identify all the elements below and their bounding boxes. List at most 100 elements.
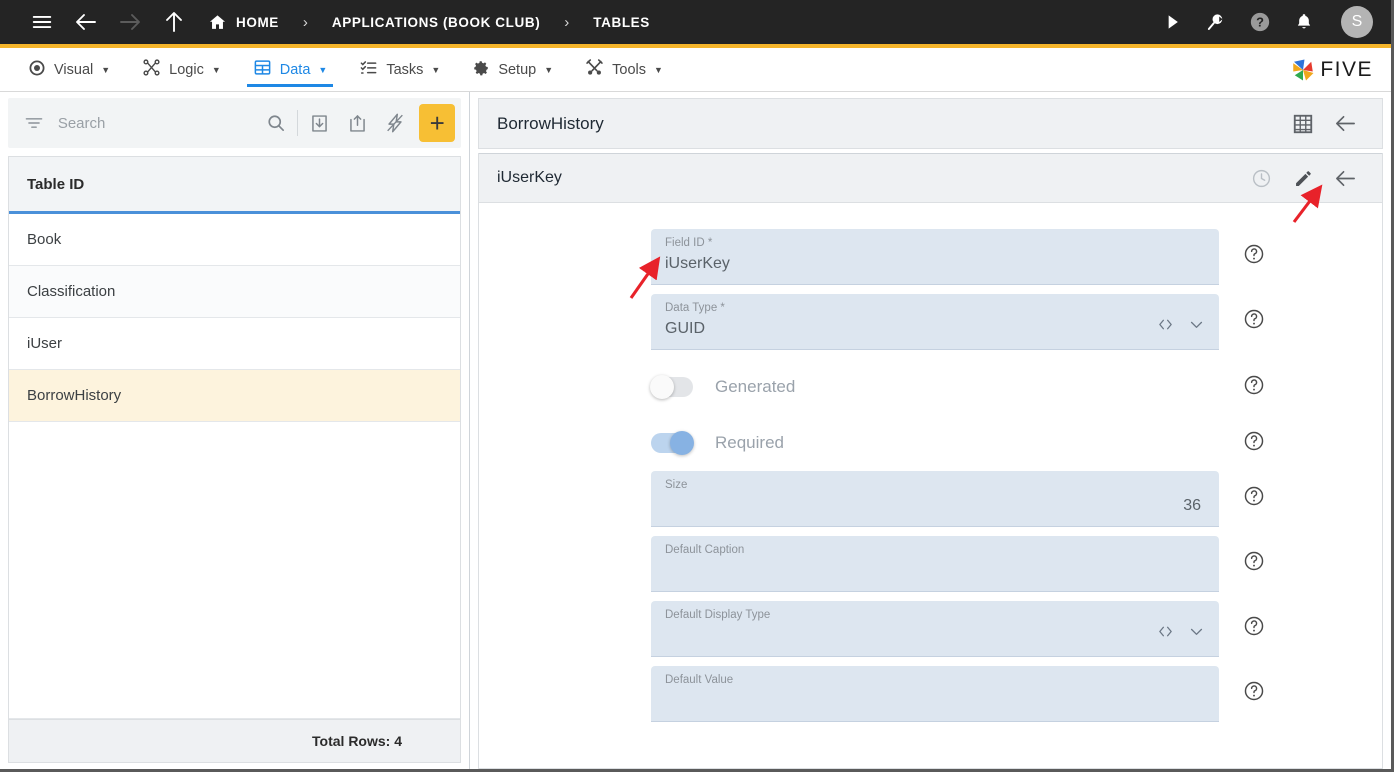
breadcrumb-separator-2: › [564, 13, 570, 31]
import-icon[interactable] [301, 106, 338, 140]
grid-table-icon[interactable] [1282, 104, 1324, 144]
avatar[interactable]: S [1341, 6, 1373, 38]
help-icon[interactable] [1243, 374, 1265, 401]
bell-icon[interactable] [1287, 2, 1321, 42]
default-caption-input[interactable]: Default Caption [651, 536, 1219, 592]
breadcrumb-item-applications[interactable]: APPLICATIONS (BOOK CLUB) [328, 15, 544, 30]
form-row-required: Required [479, 415, 1382, 471]
data-type-value: GUID [665, 320, 705, 337]
help-icon[interactable] [1243, 430, 1265, 457]
edit-pencil-icon[interactable] [1282, 158, 1324, 198]
search-input[interactable] [49, 114, 257, 132]
form-row-generated: Generated [479, 359, 1382, 415]
chevron-down-icon: ▼ [101, 64, 111, 75]
form-row-field-id: Field ID * iUserKey [479, 229, 1382, 285]
help-icon[interactable] [1243, 680, 1265, 707]
help-icon[interactable] [1243, 550, 1265, 577]
page-title: BorrowHistory [497, 113, 604, 133]
active-tab-underline [246, 84, 334, 87]
add-table-button[interactable]: + [419, 104, 455, 142]
default-display-type-select[interactable]: Default Display Type [651, 601, 1219, 657]
generated-label: Generated [715, 377, 796, 396]
toolbar-divider [297, 110, 299, 136]
chevron-down-icon: ▼ [654, 64, 663, 75]
chevron-down-icon: ▼ [544, 64, 554, 75]
data-type-select[interactable]: Data Type * GUID [651, 294, 1219, 350]
help-wrap [1219, 374, 1289, 401]
total-rows-footer: Total Rows: 4 [8, 719, 461, 763]
sidebar-search-toolbar: + [8, 98, 461, 148]
required-toggle[interactable] [651, 431, 694, 455]
table-column-header[interactable]: Table ID [9, 157, 460, 214]
menu-item-tools-label: Tools [612, 61, 646, 78]
data-type-field-icons [1157, 316, 1205, 338]
topbar-action-icons: ? S [1155, 2, 1373, 42]
forward-arrow-icon [108, 2, 152, 42]
table-row[interactable]: iUser [9, 318, 460, 370]
back-arrow-icon[interactable] [64, 2, 108, 42]
default-value-input[interactable]: Default Value [651, 666, 1219, 722]
chevron-down-icon: ▼ [431, 64, 441, 75]
help-icon[interactable]: ? [1243, 2, 1277, 42]
export-icon[interactable] [339, 106, 376, 140]
menu-item-data[interactable]: Data ▼ [237, 48, 344, 91]
default-value-label: Default Value [665, 674, 734, 686]
menu-item-setup-label: Setup [498, 61, 537, 78]
chevron-down-icon[interactable] [1188, 623, 1205, 645]
field-title: iUserKey [497, 169, 562, 186]
search-spark-icon[interactable] [1199, 2, 1233, 42]
menu-item-tools[interactable]: Tools ▼ [569, 48, 679, 91]
size-input[interactable]: Size 36 [651, 471, 1219, 527]
main-body: + Table ID Book Classification iUser Bor… [0, 92, 1391, 769]
up-arrow-icon[interactable] [152, 2, 196, 42]
generated-toggle[interactable] [650, 375, 693, 399]
history-clock-icon[interactable] [1240, 158, 1282, 198]
detail-pane: BorrowHistory iUserKey Field ID * iUserK… [470, 92, 1391, 769]
size-label: Size [665, 479, 688, 491]
table-row[interactable]: Book [9, 214, 460, 266]
help-icon[interactable] [1243, 615, 1265, 642]
help-icon[interactable] [1243, 243, 1265, 270]
form-row-default-value: Default Value [479, 666, 1382, 722]
tasks-list-icon [359, 58, 378, 81]
menu-item-logic[interactable]: Logic ▼ [126, 48, 237, 91]
chevron-down-icon[interactable] [1188, 316, 1205, 338]
form-row-size: Size 36 [479, 471, 1382, 527]
filter-icon[interactable] [18, 113, 50, 133]
breadcrumb-tables-label: TABLES [593, 14, 650, 30]
table-row-selected[interactable]: BorrowHistory [9, 370, 460, 422]
breadcrumb-item-home[interactable]: HOME [204, 13, 283, 32]
chevron-down-icon: ▼ [211, 64, 221, 75]
generated-toggle-wrap: Generated [650, 375, 1219, 399]
menu-icon[interactable] [20, 2, 64, 42]
help-icon[interactable] [1243, 485, 1265, 512]
table-row[interactable]: Classification [9, 266, 460, 318]
table-detail-header: BorrowHistory [478, 98, 1383, 149]
toggle-knob [670, 431, 694, 455]
menu-item-data-label: Data [279, 61, 311, 78]
tools-icon [585, 58, 604, 81]
field-detail-header: iUserKey [479, 153, 1382, 203]
menu-item-tasks[interactable]: Tasks ▼ [343, 48, 456, 91]
size-value: 36 [1183, 497, 1201, 514]
gear-icon [472, 59, 490, 81]
search-icon[interactable] [257, 106, 294, 140]
required-toggle-wrap: Required [651, 431, 1219, 455]
nav-icon-group [20, 2, 196, 42]
lightning-icon[interactable] [376, 106, 413, 140]
breadcrumb-item-tables[interactable]: TABLES [589, 15, 654, 30]
code-brackets-icon[interactable] [1157, 623, 1174, 645]
play-icon[interactable] [1155, 2, 1189, 42]
eye-icon [28, 59, 46, 81]
back-arrow-icon[interactable] [1324, 158, 1366, 198]
menu-item-visual[interactable]: Visual ▼ [12, 48, 126, 91]
field-form: Field ID * iUserKey Data Type * GUID Gen… [479, 203, 1382, 768]
logic-nodes-icon [142, 58, 161, 81]
menu-item-setup[interactable]: Setup ▼ [456, 48, 569, 91]
help-icon[interactable] [1243, 308, 1265, 335]
top-navigation-bar: HOME › APPLICATIONS (BOOK CLUB) › TABLES… [0, 0, 1391, 48]
back-arrow-icon[interactable] [1324, 104, 1366, 144]
field-id-input[interactable]: Field ID * iUserKey [651, 229, 1219, 285]
code-brackets-icon[interactable] [1157, 316, 1174, 338]
data-type-label: Data Type * [665, 302, 725, 314]
